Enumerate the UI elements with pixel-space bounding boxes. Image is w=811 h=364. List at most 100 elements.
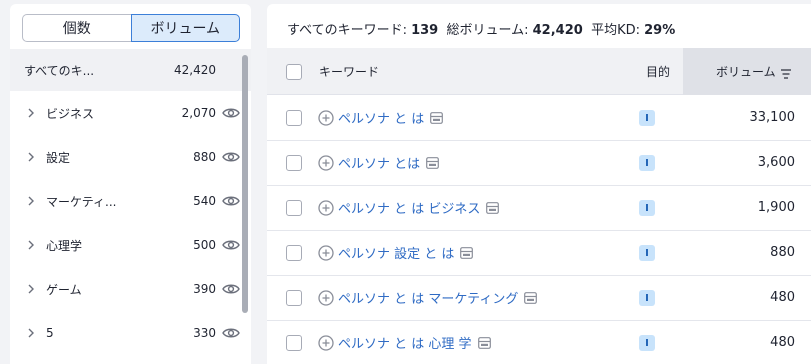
keyword-link[interactable]: ペルソナ と は 心理 学 (338, 333, 491, 352)
intent-badge[interactable]: I (639, 290, 655, 306)
group-row[interactable]: 5 330 (10, 311, 251, 355)
chevron-right-icon[interactable] (25, 239, 37, 251)
group-volume: 500 (193, 238, 216, 252)
serp-features-icon[interactable] (460, 246, 474, 259)
serp-features-icon[interactable] (430, 111, 444, 124)
serp-features-icon[interactable] (477, 336, 491, 349)
row-checkbox[interactable] (286, 200, 302, 216)
chevron-right-icon[interactable] (25, 151, 37, 163)
volume-value: 480 (770, 335, 795, 350)
group-row[interactable]: 設定 880 (10, 135, 251, 179)
intent-badge[interactable]: I (639, 110, 655, 126)
keyword-link[interactable]: ペルソナ 設定 と は (338, 243, 474, 262)
intent-badge[interactable]: I (639, 155, 655, 171)
eye-icon[interactable] (222, 107, 240, 119)
plus-circle-icon[interactable] (318, 245, 334, 261)
chevron-right-icon[interactable] (25, 107, 37, 119)
table-row: ペルソナ 設定 と は I 880 (267, 231, 811, 276)
all-keywords-label: すべてのキーワード: (287, 23, 407, 38)
chevron-right-icon[interactable] (25, 327, 37, 339)
keyword-link[interactable]: ペルソナ と は マーケティング (338, 288, 538, 307)
avg-kd-label: 平均KD: (591, 23, 640, 38)
row-checkbox[interactable] (286, 290, 302, 306)
keyword-text: ペルソナ とは (338, 157, 421, 172)
group-row[interactable]: ビジネス 2,070 (10, 91, 251, 135)
volume-column-header[interactable]: ボリューム (683, 48, 811, 95)
intent-badge[interactable]: I (639, 335, 655, 351)
volume-value: 1,900 (757, 200, 795, 215)
eye-icon[interactable] (222, 151, 240, 163)
plus-circle-icon[interactable] (318, 110, 334, 126)
chevron-right-icon[interactable] (25, 283, 37, 295)
group-name: ゲーム (46, 282, 82, 297)
volume-value: 880 (770, 245, 795, 260)
table-row: ペルソナ と は ビジネス I 1,900 (267, 186, 811, 231)
summary-bar: すべてのキーワード: 139 総ボリューム: 42,420 平均KD: 29% (287, 19, 675, 38)
volume-value: 3,600 (757, 155, 795, 170)
eye-icon[interactable] (222, 239, 240, 251)
group-name: すべてのキ... (24, 63, 95, 78)
plus-circle-icon[interactable] (318, 335, 334, 351)
group-name: マーケティ... (46, 194, 117, 209)
table-row: ペルソナ と は マーケティング I 480 (267, 276, 811, 321)
keyword-text: ペルソナ と は 心理 学 (338, 337, 472, 352)
group-volume: 880 (193, 150, 216, 164)
keyword-text: ペルソナ 設定 と は (338, 247, 455, 262)
count-toggle-button[interactable]: 個数 (22, 14, 131, 42)
serp-features-icon[interactable] (426, 156, 440, 169)
table-row: ペルソナ と は I 33,100 (267, 96, 811, 141)
select-all-checkbox[interactable] (286, 64, 302, 80)
plus-circle-icon[interactable] (318, 155, 334, 171)
sort-icon[interactable] (780, 65, 792, 79)
group-volume: 390 (193, 282, 216, 296)
keyword-link[interactable]: ペルソナ とは (338, 153, 440, 172)
eye-icon[interactable] (222, 195, 240, 207)
plus-circle-icon[interactable] (318, 290, 334, 306)
row-checkbox[interactable] (286, 245, 302, 261)
serp-features-icon[interactable] (524, 291, 538, 304)
metric-toggle: 個数 ボリューム (22, 14, 240, 42)
table-row: ペルソナ とは I 3,600 (267, 141, 811, 186)
keyword-table-panel: すべてのキーワード: 139 総ボリューム: 42,420 平均KD: 29% … (267, 4, 811, 364)
keyword-column-header[interactable]: キーワード (319, 63, 379, 80)
total-volume-value: 42,420 (532, 23, 583, 38)
eye-icon[interactable] (222, 283, 240, 295)
serp-features-icon[interactable] (486, 201, 500, 214)
keyword-groups-panel: 個数 ボリューム すべてのキ... 42,420 ビジネス 2,070 設定 8… (10, 4, 251, 364)
row-checkbox[interactable] (286, 155, 302, 171)
group-row[interactable]: 心理学 500 (10, 223, 251, 267)
intent-badge[interactable]: I (639, 200, 655, 216)
chevron-right-icon[interactable] (25, 195, 37, 207)
group-row[interactable]: マーケティ... 540 (10, 179, 251, 223)
group-list-scrollbar[interactable] (242, 55, 248, 313)
row-checkbox[interactable] (286, 335, 302, 351)
total-volume-label: 総ボリューム: (446, 23, 529, 38)
volume-value: 480 (770, 290, 795, 305)
volume-toggle-button[interactable]: ボリューム (130, 14, 240, 42)
group-list: すべてのキ... 42,420 ビジネス 2,070 設定 880 マーケティ.… (10, 49, 251, 355)
keyword-link[interactable]: ペルソナ と は (338, 108, 444, 127)
volume-value: 33,100 (749, 110, 796, 125)
table-header: キーワード 目的 ボリューム (267, 48, 811, 95)
group-row[interactable]: ゲーム 390 (10, 267, 251, 311)
keyword-link[interactable]: ペルソナ と は ビジネス (338, 198, 500, 217)
eye-icon[interactable] (222, 327, 240, 339)
group-name: 心理学 (46, 238, 83, 253)
group-volume: 2,070 (181, 106, 216, 120)
volume-column-label: ボリューム (716, 65, 776, 79)
intent-badge[interactable]: I (639, 245, 655, 261)
row-checkbox[interactable] (286, 110, 302, 126)
intent-column-header[interactable]: 目的 (646, 63, 670, 80)
group-name: 5 (46, 326, 54, 340)
group-name: 設定 (46, 150, 71, 165)
group-volume: 540 (193, 194, 216, 208)
table-row: ペルソナ と は 心理 学 I 480 (267, 321, 811, 364)
group-name: ビジネス (46, 106, 95, 121)
keyword-text: ペルソナ と は マーケティング (338, 292, 519, 307)
group-volume: 42,420 (174, 63, 216, 77)
group-row-all[interactable]: すべてのキ... 42,420 (10, 49, 251, 91)
plus-circle-icon[interactable] (318, 200, 334, 216)
group-volume: 330 (193, 326, 216, 340)
keyword-text: ペルソナ と は (338, 112, 425, 127)
all-keywords-value: 139 (411, 23, 439, 38)
